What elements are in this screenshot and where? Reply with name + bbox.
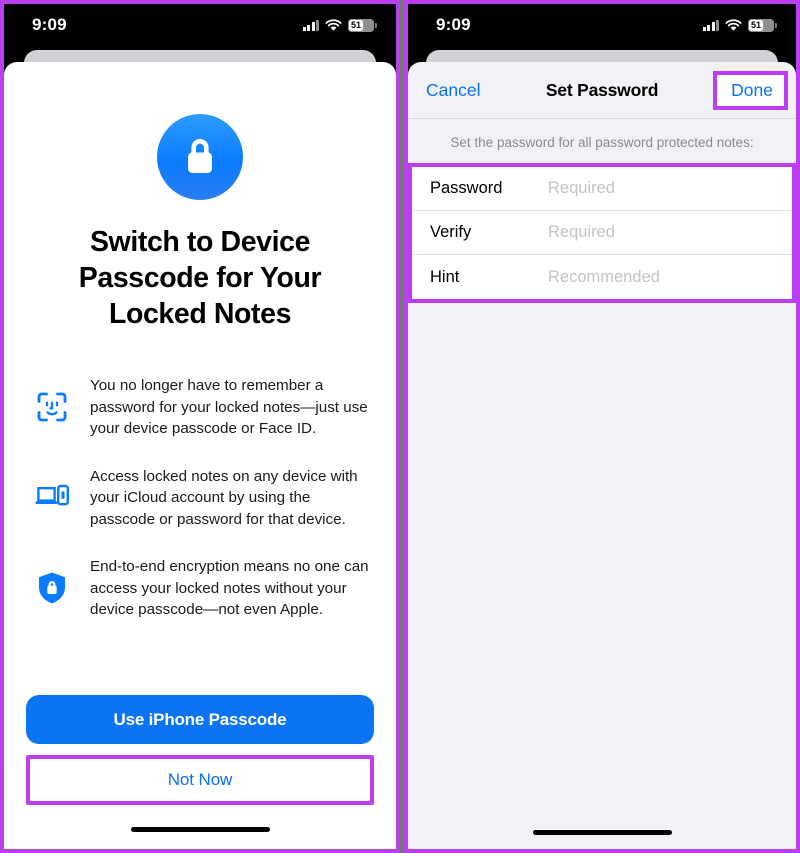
battery-percent: 51 bbox=[751, 19, 762, 30]
battery-icon: 51 bbox=[748, 18, 777, 32]
hint-label: Hint bbox=[430, 267, 460, 286]
status-bar-left: 9:09 51 bbox=[4, 4, 396, 46]
left-phone-panel: 9:09 51 Switch to Device Passcode for Yo… bbox=[0, 0, 400, 853]
feature-text: End-to-end encryption means no one can a… bbox=[90, 558, 369, 618]
battery-icon: 51 bbox=[348, 18, 377, 32]
done-button-highlight: Done bbox=[713, 70, 788, 110]
field-row-verify[interactable]: Verify bbox=[412, 211, 792, 255]
device-passcode-sheet: Switch to Device Passcode for Your Locke… bbox=[4, 62, 396, 849]
button-area: Use iPhone Passcode Not Now bbox=[26, 695, 374, 849]
password-label: Password bbox=[430, 179, 503, 197]
hint-input[interactable] bbox=[548, 267, 792, 287]
face-id-icon bbox=[34, 374, 70, 440]
wifi-icon bbox=[325, 18, 342, 31]
status-bar-indicators: 51 bbox=[302, 18, 377, 32]
cancel-button[interactable]: Cancel bbox=[426, 80, 480, 101]
feature-item: You no longer have to remember a passwor… bbox=[34, 374, 374, 440]
status-bar-time: 9:09 bbox=[32, 15, 67, 34]
status-bar-right: 9:09 51 bbox=[408, 4, 796, 46]
password-fields-highlight: Password Verify Hint bbox=[408, 163, 796, 303]
page-title: Switch to Device Passcode for Your Locke… bbox=[78, 226, 322, 330]
navigation-bar: Cancel Set Password Done bbox=[408, 62, 796, 119]
feature-list: You no longer have to remember a passwor… bbox=[26, 374, 374, 621]
home-indicator bbox=[532, 830, 672, 835]
cellular-bars-icon bbox=[302, 19, 319, 31]
status-bar-indicators: 51 bbox=[702, 18, 777, 32]
right-phone-panel: 9:09 51 Cancel Set Password Done Set the… bbox=[404, 0, 800, 853]
cellular-bars-icon bbox=[702, 19, 719, 31]
password-input[interactable] bbox=[548, 179, 792, 198]
use-iphone-passcode-button[interactable]: Use iPhone Passcode bbox=[26, 695, 374, 744]
feature-item: End-to-end encryption means no one can a… bbox=[34, 555, 374, 621]
home-indicator bbox=[130, 827, 270, 832]
set-password-sheet: Cancel Set Password Done Set the passwor… bbox=[408, 62, 796, 849]
done-button[interactable]: Done bbox=[731, 80, 773, 101]
field-row-hint[interactable]: Hint bbox=[412, 255, 792, 299]
not-now-button[interactable]: Not Now bbox=[30, 759, 370, 801]
sheet-empty-area bbox=[408, 303, 796, 830]
padlock-icon bbox=[157, 114, 243, 200]
verify-label: Verify bbox=[430, 223, 472, 241]
wifi-icon bbox=[725, 18, 742, 31]
laptop-and-phone-icon bbox=[34, 465, 70, 531]
form-caption: Set the password for all password protec… bbox=[450, 135, 754, 150]
feature-text: Access locked notes on any device with y… bbox=[90, 467, 358, 528]
shield-lock-icon bbox=[34, 555, 70, 621]
field-row-password[interactable]: Password bbox=[412, 167, 792, 211]
feature-item: Access locked notes on any device with y… bbox=[34, 465, 374, 531]
status-bar-time: 9:09 bbox=[436, 15, 471, 34]
verify-input[interactable] bbox=[548, 223, 792, 242]
feature-text: You no longer have to remember a passwor… bbox=[90, 377, 368, 437]
not-now-highlight: Not Now bbox=[26, 755, 374, 805]
battery-percent: 51 bbox=[351, 19, 362, 30]
screenshot-stage: 9:09 51 Switch to Device Passcode for Yo… bbox=[0, 0, 800, 853]
